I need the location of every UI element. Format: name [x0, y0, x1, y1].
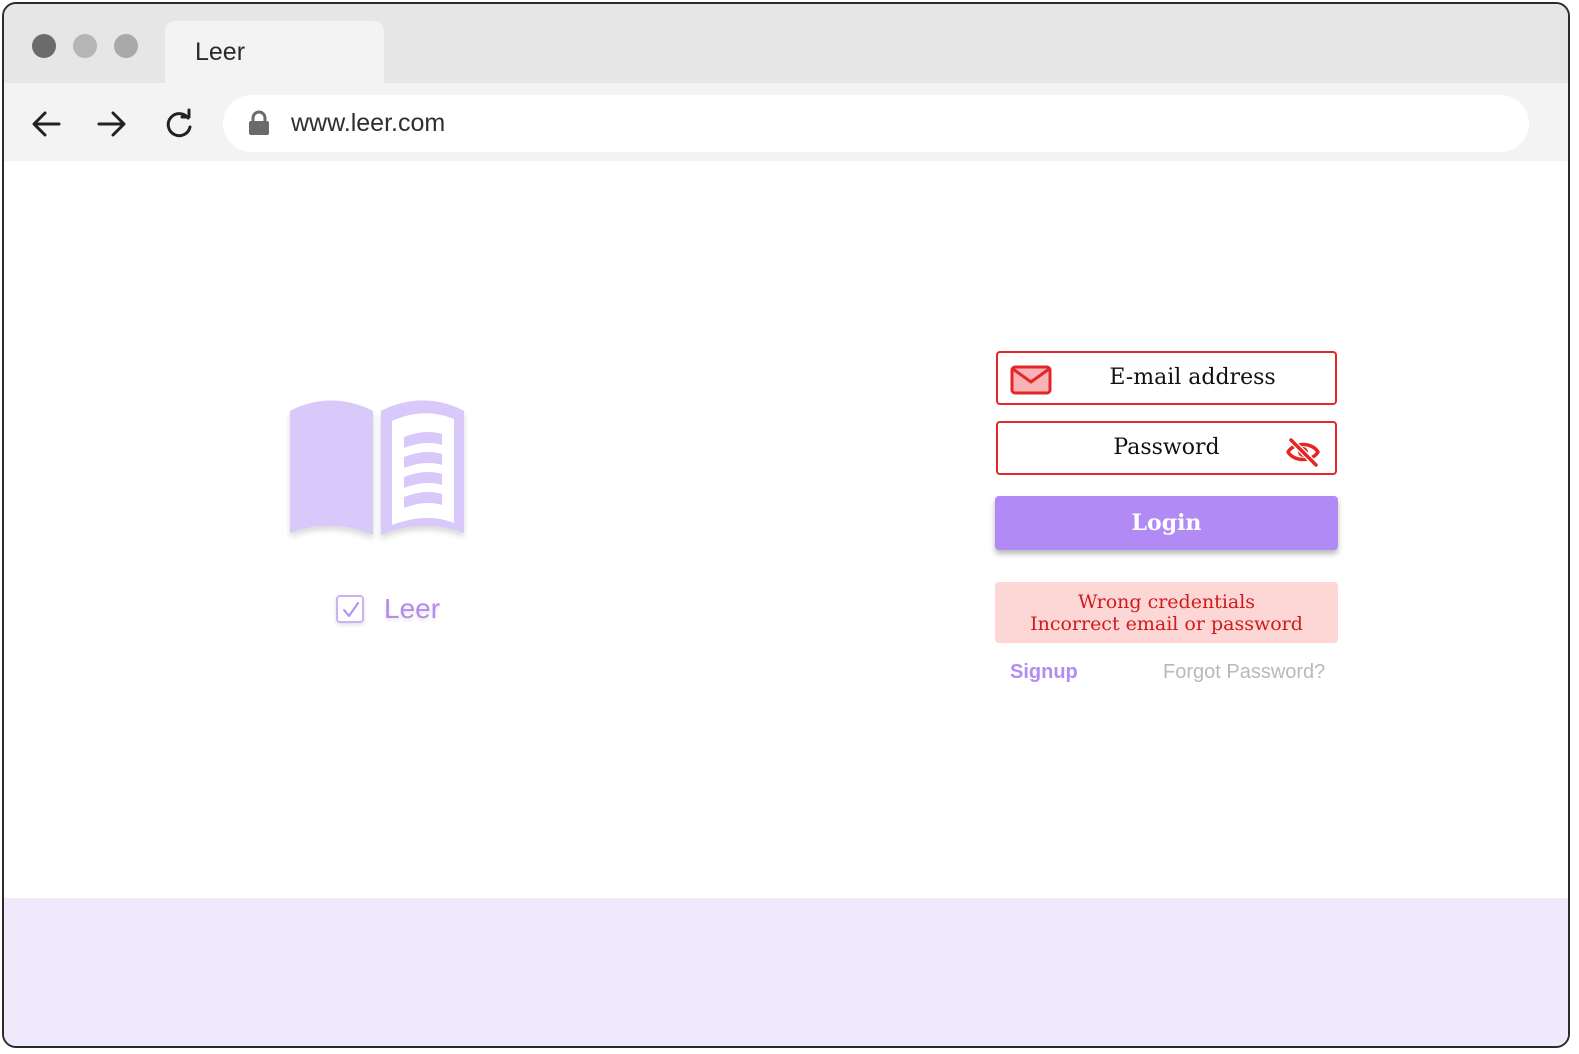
- url-text: www.leer.com: [291, 109, 446, 137]
- browser-window: Leer www.leer.com Leer E-mail address Pa…: [2, 2, 1570, 1048]
- close-window-button[interactable]: [32, 34, 56, 58]
- eye-slash-icon[interactable]: [1285, 437, 1321, 468]
- password-field[interactable]: Password: [996, 421, 1337, 475]
- login-button[interactable]: Login: [995, 496, 1338, 550]
- error-message: Incorrect email or password: [1030, 613, 1303, 635]
- signup-link[interactable]: Signup: [1010, 661, 1078, 684]
- email-placeholder: E-mail address: [1109, 365, 1276, 390]
- lock-icon: [247, 110, 271, 136]
- reload-icon[interactable]: [162, 107, 196, 141]
- browser-toolbar: www.leer.com: [4, 83, 1568, 161]
- forgot-password-link[interactable]: Forgot Password?: [1163, 661, 1325, 684]
- maximize-window-button[interactable]: [114, 34, 138, 58]
- mail-icon: [1010, 365, 1052, 395]
- minimize-window-button[interactable]: [73, 34, 97, 58]
- error-alert: Wrong credentials Incorrect email or pas…: [995, 582, 1338, 643]
- page-footer: [4, 898, 1568, 1046]
- brand-name: Leer: [384, 593, 441, 624]
- tab-strip: Leer: [4, 4, 1568, 83]
- address-bar[interactable]: www.leer.com: [223, 95, 1529, 152]
- page-content: Leer E-mail address Password Login Wrong…: [4, 161, 1568, 898]
- browser-tab[interactable]: Leer: [165, 21, 384, 83]
- tab-title: Leer: [195, 38, 246, 66]
- error-title: Wrong credentials: [1077, 591, 1256, 613]
- email-field[interactable]: E-mail address: [996, 351, 1337, 405]
- checkbox-icon: [336, 595, 364, 623]
- back-arrow-icon[interactable]: [30, 107, 64, 141]
- open-book-icon: [286, 399, 468, 549]
- forward-arrow-icon[interactable]: [94, 107, 128, 141]
